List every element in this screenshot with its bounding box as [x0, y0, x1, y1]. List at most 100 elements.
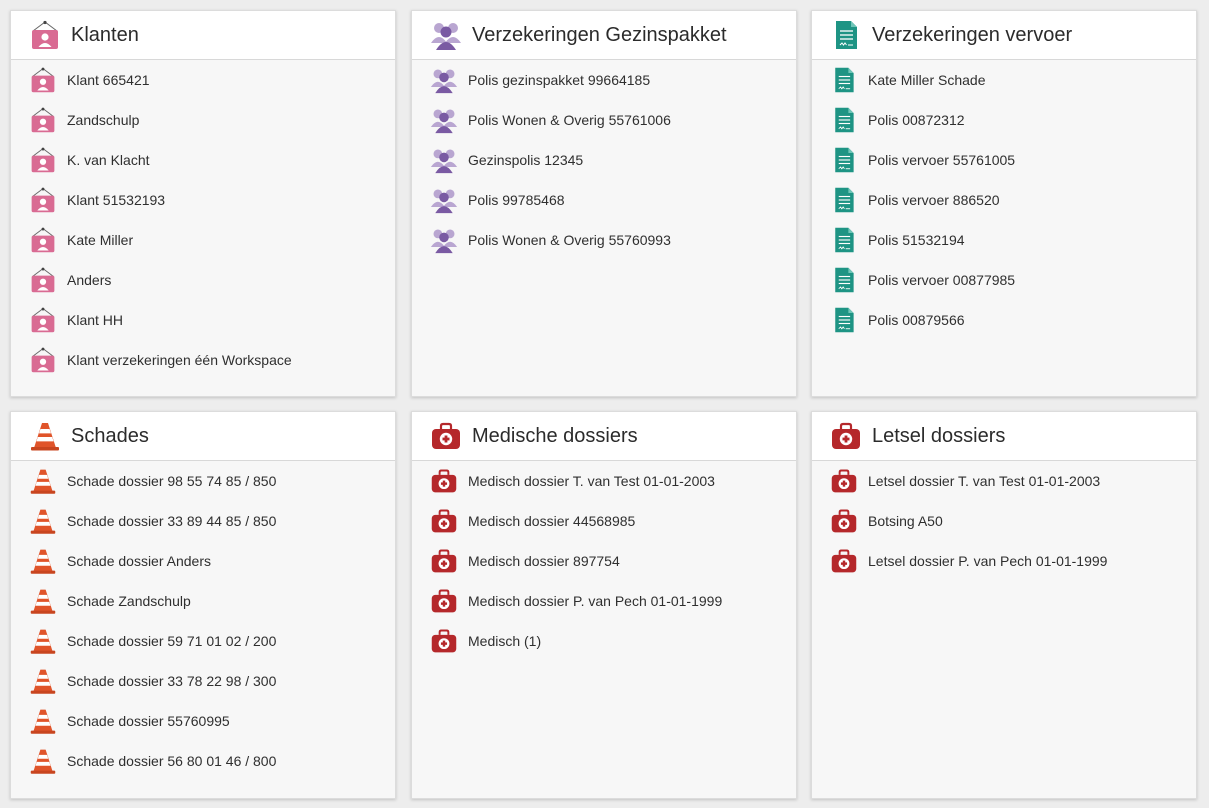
list-item[interactable]: Klant 51532193: [11, 180, 395, 220]
list-item[interactable]: Botsing A50: [812, 501, 1196, 541]
medical-kit-icon: [430, 547, 458, 575]
medical-kit-icon: [430, 467, 458, 495]
client-card-icon: [29, 306, 57, 334]
list-item[interactable]: Gezinspolis 12345: [412, 140, 796, 180]
panel-title: Verzekeringen vervoer: [872, 23, 1073, 46]
list-item[interactable]: Medisch dossier P. van Pech 01-01-1999: [412, 581, 796, 621]
panel-list: Medisch dossier T. van Test 01-01-2003 M…: [412, 461, 796, 661]
medical-kit-icon: [830, 547, 858, 575]
traffic-cone-icon: [29, 707, 57, 735]
list-item[interactable]: Letsel dossier T. van Test 01-01-2003: [812, 461, 1196, 501]
list-item[interactable]: Letsel dossier P. van Pech 01-01-1999: [812, 541, 1196, 581]
panel-list: Letsel dossier T. van Test 01-01-2003 Bo…: [812, 461, 1196, 581]
list-item[interactable]: Schade dossier 59 71 01 02 / 200: [11, 621, 395, 661]
list-item-label: Klant 665421: [67, 72, 150, 88]
list-item[interactable]: Polis 00872312: [812, 100, 1196, 140]
panel-verzekeringen-gezinspakket: Verzekeringen Gezinspakket Polis gezinsp…: [411, 10, 797, 397]
list-item-label: Polis Wonen & Overig 55761006: [468, 112, 671, 128]
list-item-label: Polis vervoer 55761005: [868, 152, 1016, 168]
traffic-cone-icon: [29, 467, 57, 495]
list-item[interactable]: Polis gezinspakket 99664185: [412, 60, 796, 100]
client-card-icon: [29, 66, 57, 94]
list-item[interactable]: Polis vervoer 886520: [812, 180, 1196, 220]
list-item[interactable]: Schade dossier 55760995: [11, 701, 395, 741]
list-item[interactable]: Medisch dossier T. van Test 01-01-2003: [412, 461, 796, 501]
list-item[interactable]: Polis 51532194: [812, 220, 1196, 260]
list-item-label: Gezinspolis 12345: [468, 152, 584, 168]
traffic-cone-icon: [29, 667, 57, 695]
list-item[interactable]: Schade dossier 33 78 22 98 / 300: [11, 661, 395, 701]
medical-kit-icon: [830, 467, 858, 495]
list-item-label: Medisch (1): [468, 633, 542, 649]
list-item[interactable]: Klant verzekeringen één Workspace: [11, 340, 395, 380]
panel-list: Kate Miller Schade Polis 00872312 Polis …: [812, 60, 1196, 340]
medical-kit-icon: [830, 420, 862, 452]
list-item[interactable]: Schade dossier 56 80 01 46 / 800: [11, 741, 395, 781]
list-item-label: Letsel dossier P. van Pech 01-01-1999: [868, 553, 1108, 569]
traffic-cone-icon: [29, 547, 57, 575]
list-item[interactable]: Polis vervoer 55761005: [812, 140, 1196, 180]
client-card-icon: [29, 19, 61, 51]
list-item[interactable]: Schade dossier Anders: [11, 541, 395, 581]
panel-verzekeringen-vervoer: Verzekeringen vervoer Kate Miller Schade…: [811, 10, 1197, 397]
policy-document-icon: [830, 186, 858, 214]
panel-header: Schades: [11, 412, 395, 461]
list-item-label: Medisch dossier P. van Pech 01-01-1999: [468, 593, 723, 609]
panel-title: Verzekeringen Gezinspakket: [472, 23, 727, 46]
list-item[interactable]: Klant 665421: [11, 60, 395, 100]
list-item-label: Medisch dossier 44568985: [468, 513, 636, 529]
list-item[interactable]: Schade dossier 98 55 74 85 / 850: [11, 461, 395, 501]
list-item[interactable]: Polis Wonen & Overig 55760993: [412, 220, 796, 260]
list-item-label: Polis gezinspakket 99664185: [468, 72, 651, 88]
panel-title: Schades: [71, 424, 149, 447]
list-item-label: K. van Klacht: [67, 152, 150, 168]
client-card-icon: [29, 226, 57, 254]
panel-list: Klant 665421 Zandschulp K. van Klacht Kl…: [11, 60, 395, 380]
list-item-label: Kate Miller: [67, 232, 134, 248]
list-item-label: Schade dossier Anders: [67, 553, 211, 569]
list-item[interactable]: Schade dossier 33 89 44 85 / 850: [11, 501, 395, 541]
list-item[interactable]: Polis 00879566: [812, 300, 1196, 340]
list-item[interactable]: Medisch dossier 897754: [412, 541, 796, 581]
list-item[interactable]: Medisch dossier 44568985: [412, 501, 796, 541]
client-card-icon: [29, 106, 57, 134]
list-item[interactable]: Medisch (1): [412, 621, 796, 661]
list-item-label: Polis vervoer 886520: [868, 192, 1000, 208]
list-item[interactable]: Kate Miller Schade: [812, 60, 1196, 100]
list-item-label: Polis Wonen & Overig 55760993: [468, 232, 671, 248]
panel-title: Letsel dossiers: [872, 424, 1006, 447]
panel-header: Verzekeringen Gezinspakket: [412, 11, 796, 60]
list-item[interactable]: Schade Zandschulp: [11, 581, 395, 621]
list-item-label: Schade dossier 33 89 44 85 / 850: [67, 513, 277, 529]
client-card-icon: [29, 146, 57, 174]
list-item[interactable]: Polis 99785468: [412, 180, 796, 220]
traffic-cone-icon: [29, 627, 57, 655]
list-item[interactable]: Polis Wonen & Overig 55761006: [412, 100, 796, 140]
family-group-icon: [430, 19, 462, 51]
client-card-icon: [29, 266, 57, 294]
list-item[interactable]: Anders: [11, 260, 395, 300]
list-item[interactable]: Polis vervoer 00877985: [812, 260, 1196, 300]
list-item-label: Polis vervoer 00877985: [868, 272, 1016, 288]
list-item-label: Zandschulp: [67, 112, 140, 128]
panel-header: Letsel dossiers: [812, 412, 1196, 461]
list-item-label: Schade dossier 55760995: [67, 713, 230, 729]
list-item-label: Medisch dossier T. van Test 01-01-2003: [468, 473, 715, 489]
traffic-cone-icon: [29, 420, 61, 452]
medical-kit-icon: [430, 587, 458, 615]
list-item[interactable]: K. van Klacht: [11, 140, 395, 180]
family-group-icon: [430, 226, 458, 254]
list-item-label: Letsel dossier T. van Test 01-01-2003: [868, 473, 1101, 489]
medical-kit-icon: [430, 420, 462, 452]
list-item[interactable]: Zandschulp: [11, 100, 395, 140]
panel-letsel-dossiers: Letsel dossiers Letsel dossier T. van Te…: [811, 411, 1197, 799]
list-item[interactable]: Kate Miller: [11, 220, 395, 260]
family-group-icon: [430, 146, 458, 174]
list-item-label: Schade dossier 59 71 01 02 / 200: [67, 633, 277, 649]
panel-title: Medische dossiers: [472, 424, 638, 447]
list-item-label: Klant HH: [67, 312, 124, 328]
policy-document-icon: [830, 106, 858, 134]
policy-document-icon: [830, 66, 858, 94]
list-item[interactable]: Klant HH: [11, 300, 395, 340]
list-item-label: Schade Zandschulp: [67, 593, 191, 609]
